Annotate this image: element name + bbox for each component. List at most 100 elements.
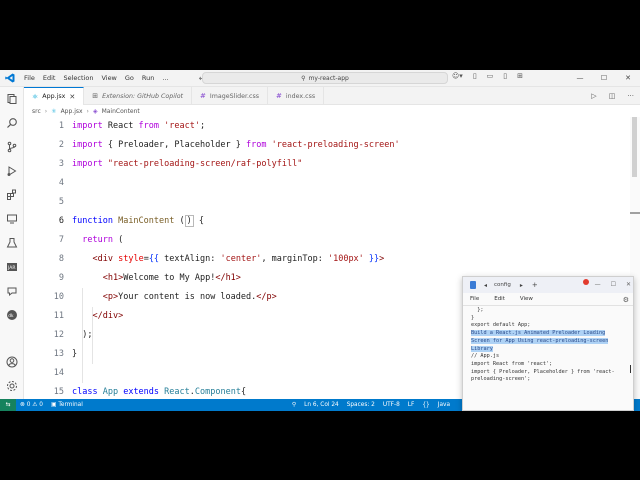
indentation[interactable]: Spaces: 2 <box>343 402 379 408</box>
notepad-text-area[interactable]: };} export default App; Build a React.js A… <box>471 307 629 384</box>
java-projects-icon[interactable]: JAR <box>5 260 19 274</box>
explorer-icon[interactable] <box>5 92 19 106</box>
source-control-icon[interactable] <box>5 140 19 154</box>
terminal-icon: ▣ <box>51 402 57 408</box>
np-line: } <box>471 314 475 321</box>
np-selected-text: Library <box>471 345 493 352</box>
layout-primary-icon[interactable]: ▯ <box>473 72 477 80</box>
breadcrumb-symbol[interactable]: MainContent <box>102 108 140 115</box>
language-braces-icon[interactable]: {} <box>418 402 433 408</box>
close-tab-icon[interactable]: ✕ <box>69 93 75 101</box>
scrollbar-thumb[interactable] <box>632 117 637 177</box>
settings-gear-icon[interactable] <box>5 379 19 393</box>
layout-panel-icon[interactable]: ▭ <box>487 72 494 80</box>
error-count: 0 <box>26 402 31 408</box>
np-highlight-line: Library <box>471 345 629 354</box>
copilot-icon[interactable]: ☺▾ <box>452 72 463 80</box>
minimize-icon[interactable]: — <box>568 70 592 87</box>
np-selected-text: Screen for App Using react-preloading-sc… <box>471 337 609 344</box>
tab-scroll-left-icon[interactable]: ◂ <box>484 282 487 289</box>
css-icon: # <box>276 92 282 100</box>
encoding[interactable]: UTF-8 <box>379 402 404 408</box>
extensions-icon[interactable] <box>5 188 19 202</box>
line-8-code: <div style={{ textAlign: 'center', margi… <box>92 254 385 264</box>
remote-explorer-icon[interactable] <box>5 212 19 226</box>
np-line: import React from 'react'; <box>471 360 553 367</box>
menu-edit[interactable]: Edit <box>39 74 60 82</box>
menu-run[interactable]: Run <box>138 74 158 82</box>
tab-scroll-right-icon[interactable]: ▸ <box>520 282 523 289</box>
tab-extension-copilot[interactable]: ⊞ Extension: GitHub Copilot <box>84 87 193 105</box>
notepad-settings-icon[interactable]: ⚙ <box>623 296 629 304</box>
chevron-right-icon: › <box>44 107 48 115</box>
maximize-icon[interactable]: ☐ <box>592 70 616 87</box>
breadcrumb-src[interactable]: src <box>32 108 41 115</box>
menu-go[interactable]: Go <box>121 74 138 82</box>
line-number: 9 <box>58 273 64 283</box>
np-line: import { Preloader, Placeholder } from '… <box>471 368 615 375</box>
zoom-icon[interactable]: ⚲ <box>288 402 300 408</box>
run-icon[interactable]: ▷ <box>591 92 596 100</box>
status-right: ⚲ Ln 6, Col 24 Spaces: 2 UTF-8 LF {} Jav… <box>288 399 454 411</box>
react-icon: ⚛ <box>51 107 57 115</box>
np-highlight-line: Screen for App Using react-preloading-sc… <box>471 337 629 346</box>
tab-app-jsx[interactable]: ⚛ App.jsx ✕ <box>24 87 85 105</box>
cursor-position[interactable]: Ln 6, Col 24 <box>300 402 343 408</box>
line-number: 2 <box>58 140 64 150</box>
menu-more[interactable]: ... <box>158 74 172 82</box>
notepad-menu-view[interactable]: View <box>520 296 533 302</box>
new-tab-icon[interactable]: + <box>532 281 538 289</box>
line-1-code: import React from 'react'; <box>72 121 206 131</box>
search-activity-icon[interactable] <box>5 116 19 130</box>
testing-icon[interactable] <box>5 236 19 250</box>
tab-imageslider-css[interactable]: # ImageSlider.css <box>192 87 269 105</box>
more-actions-icon[interactable]: ··· <box>627 92 634 100</box>
window-controls: — ☐ ✕ <box>568 70 640 87</box>
language-mode[interactable]: Java <box>434 402 454 408</box>
line-7-code: return ( <box>82 235 124 245</box>
notepad-menu-file[interactable]: File <box>470 296 479 302</box>
line-3-code: import "react-preloading-screen/raf-poly… <box>72 159 303 169</box>
notepad-text-cursor <box>630 365 631 373</box>
code-line: 3 import "react-preloading-screen/raf-po… <box>24 155 630 174</box>
tab-index-css[interactable]: # index.css <box>268 87 325 105</box>
account-icon[interactable] <box>5 355 19 369</box>
notepad-title-bar: ◂ config ▸ + — ☐ ✕ <box>463 277 633 293</box>
editor-actions: ▷ ◫ ··· <box>591 87 634 105</box>
tab-label: ImageSlider.css <box>209 92 260 100</box>
line-13-code: } <box>72 349 78 359</box>
end-of-line[interactable]: LF <box>404 402 419 408</box>
code-line: 4 <box>24 174 630 193</box>
split-editor-icon[interactable]: ◫ <box>609 92 616 100</box>
command-center-search[interactable]: ⚲ my-react-app <box>202 72 448 84</box>
error-icon: ⊗ <box>20 402 25 408</box>
terminal-label: Terminal <box>58 402 83 408</box>
remote-indicator-icon[interactable]: ⇆ <box>0 399 16 411</box>
menu-file[interactable]: File <box>20 74 39 82</box>
notepad-menu-edit[interactable]: Edit <box>494 296 505 302</box>
close-window-icon[interactable]: ✕ <box>616 70 640 87</box>
css-icon: # <box>200 92 206 100</box>
customize-layout-icon[interactable]: ⊞ <box>517 72 523 80</box>
vscode-logo-icon <box>0 70 20 87</box>
svg-text:dk: dk <box>8 313 14 319</box>
terminal-button[interactable]: ▣ Terminal <box>47 402 87 408</box>
layout-secondary-icon[interactable]: ▯ <box>503 72 507 80</box>
minimize-icon[interactable]: — <box>595 277 601 293</box>
maximize-icon[interactable]: ☐ <box>611 277 616 293</box>
code-line: 5 <box>24 193 630 212</box>
line-number: 7 <box>58 235 64 245</box>
menu-selection[interactable]: Selection <box>59 74 97 82</box>
docker-icon[interactable]: dk <box>5 308 19 322</box>
line-6-code: function MainContent () { <box>72 215 204 227</box>
menu-view[interactable]: View <box>97 74 120 82</box>
notepad-tab-title[interactable]: config <box>494 282 511 288</box>
breadcrumb-file[interactable]: App.jsx <box>61 108 83 115</box>
problems-indicator[interactable]: ⊗ 0 ⚠ 0 <box>16 402 47 408</box>
line-10-code: <p>Your content is now loaded.</p> <box>102 292 277 302</box>
scroll-marker <box>630 212 640 214</box>
svg-text:JAR: JAR <box>7 265 15 271</box>
copilot-chat-icon[interactable] <box>5 284 19 298</box>
run-debug-icon[interactable] <box>5 164 19 178</box>
close-window-icon[interactable]: ✕ <box>626 277 631 293</box>
